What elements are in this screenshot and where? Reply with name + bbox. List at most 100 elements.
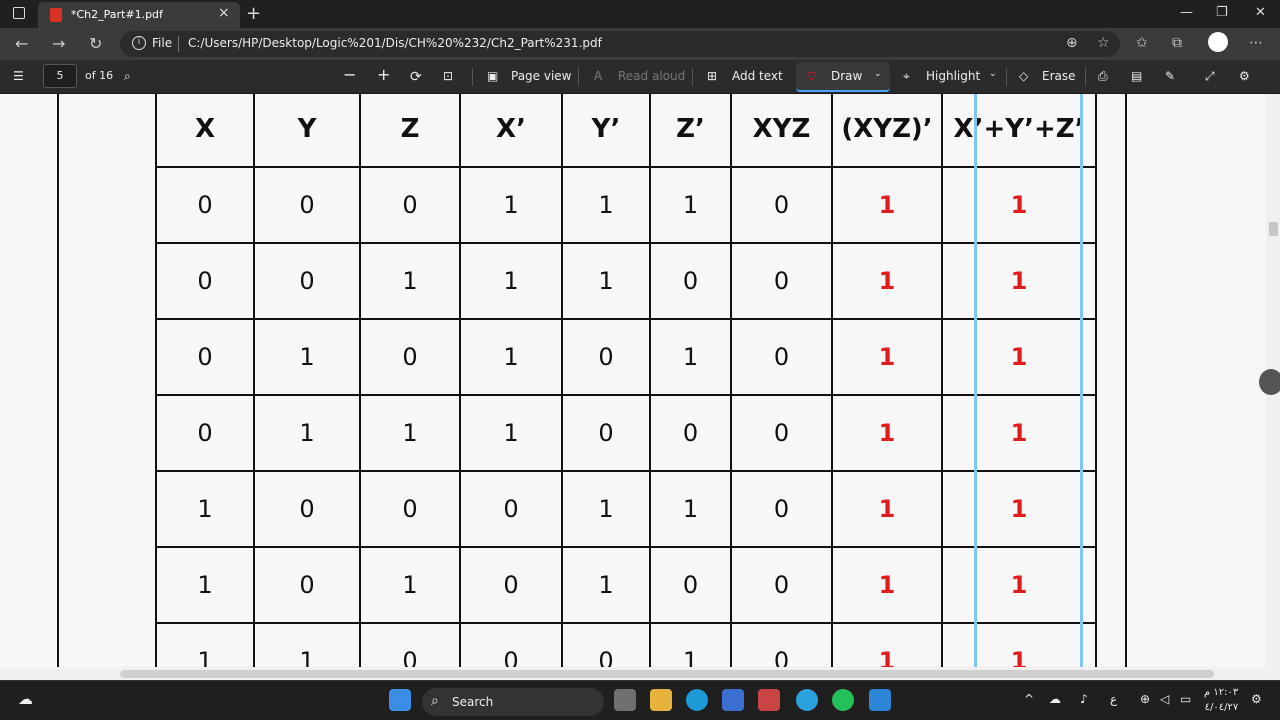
volume-icon[interactable]: ◁ xyxy=(1160,692,1169,706)
page-number-input[interactable]: 5 xyxy=(43,64,77,88)
app-icon[interactable] xyxy=(758,689,780,711)
pdf-viewport[interactable]: X Y Z X’ Y’ Z’ XYZ (XYZ)’ X’+Y’+Z’ 0 0 0… xyxy=(0,94,1280,667)
browser-tab-active[interactable]: *Ch2_Part#1.pdf × xyxy=(38,2,240,28)
favorite-add-icon[interactable]: ☆ xyxy=(1097,35,1110,51)
maximize-button[interactable]: ❐ xyxy=(1216,5,1228,20)
tab-actions-icon[interactable] xyxy=(13,7,25,19)
column-header: Z xyxy=(359,94,461,168)
store-icon[interactable] xyxy=(722,689,744,711)
onedrive-icon[interactable]: ☁ xyxy=(1049,692,1061,706)
save-as-icon[interactable]: ✎ xyxy=(1165,69,1175,83)
network-icon[interactable]: ⊕ xyxy=(1140,692,1150,706)
drag-handle[interactable] xyxy=(1259,369,1280,395)
info-icon[interactable]: i xyxy=(132,36,146,50)
table-cell: 1 xyxy=(155,470,255,548)
table-cell: 1 xyxy=(561,242,651,320)
read-aloud-button[interactable]: Read aloud xyxy=(618,69,685,83)
print-icon[interactable]: ⎙ xyxy=(1098,69,1108,84)
scrollbar-thumb[interactable] xyxy=(1269,222,1278,236)
table-cell: 1 xyxy=(941,166,1097,244)
address-bar: ← → ↻ i File C:/Users/HP/Desktop/Logic%2… xyxy=(0,28,1280,60)
close-window-button[interactable]: ✕ xyxy=(1255,5,1266,20)
table-cell: 1 xyxy=(831,622,943,667)
table-cell: 1 xyxy=(459,166,563,244)
chevron-down-icon[interactable]: ⌄ xyxy=(989,69,997,79)
new-tab-button[interactable]: + xyxy=(246,3,261,24)
table-row: 0 1 1 1 0 0 0 1 1 xyxy=(155,394,1097,472)
save-icon[interactable]: ▤ xyxy=(1131,69,1142,83)
draw-button[interactable]: ▽ Draw ⌄ xyxy=(796,62,890,92)
table-cell: 1 xyxy=(561,470,651,548)
task-view-icon[interactable] xyxy=(614,689,636,711)
app-icon[interactable] xyxy=(869,689,891,711)
column-header: X’ xyxy=(459,94,563,168)
edge-icon[interactable] xyxy=(686,689,708,711)
table-row: 1 0 1 0 1 0 0 1 1 xyxy=(155,546,1097,624)
search-icon: ⌕ xyxy=(431,693,439,709)
microphone-icon[interactable]: ♪ xyxy=(1080,692,1088,706)
scrollbar-thumb[interactable] xyxy=(120,670,1214,678)
erase-button[interactable]: Erase xyxy=(1042,69,1076,83)
favorites-icon[interactable]: ✩ xyxy=(1136,35,1148,51)
highlight-button[interactable]: Highlight xyxy=(926,69,980,83)
column-header: XYZ xyxy=(730,94,833,168)
chevron-up-icon[interactable]: ^ xyxy=(1024,692,1034,706)
rotate-icon[interactable]: ⟳ xyxy=(410,69,422,85)
fullscreen-icon[interactable]: ⤢ xyxy=(1205,69,1215,84)
language-indicator[interactable]: ع xyxy=(1110,692,1117,706)
minimize-button[interactable]: — xyxy=(1180,5,1193,20)
back-button[interactable]: ← xyxy=(15,34,28,53)
table-cell: 0 xyxy=(730,622,833,667)
refresh-button[interactable]: ↻ xyxy=(89,34,102,53)
chevron-down-icon[interactable]: ⌄ xyxy=(874,69,882,79)
table-cell: 1 xyxy=(253,318,361,396)
zoom-out-button[interactable]: − xyxy=(343,65,356,84)
profile-avatar[interactable] xyxy=(1208,32,1228,52)
notification-icon[interactable]: ⚙ xyxy=(1251,692,1262,706)
horizontal-scrollbar[interactable] xyxy=(0,667,1280,680)
table-cell: 1 xyxy=(561,546,651,624)
zoom-in-button[interactable]: + xyxy=(377,65,390,84)
file-explorer-icon[interactable] xyxy=(650,689,672,711)
widgets-icon[interactable]: ☁ xyxy=(18,690,33,708)
eraser-icon: ◇ xyxy=(1019,69,1029,83)
collections-icon[interactable]: ⧉ xyxy=(1172,35,1182,51)
table-cell: 1 xyxy=(831,394,943,472)
search-label: Search xyxy=(452,695,494,709)
more-menu-icon[interactable]: ⋯ xyxy=(1249,35,1263,51)
page-border xyxy=(1125,94,1127,667)
toolbar-separator xyxy=(472,68,473,86)
settings-icon[interactable]: ⚙ xyxy=(1239,69,1250,83)
system-clock[interactable]: ١٢:٠٣ م ٤/٠٤/٢٧ xyxy=(1204,685,1238,715)
table-cell: 1 xyxy=(459,318,563,396)
zoom-icon[interactable]: ⊕ xyxy=(1066,35,1078,51)
forward-button[interactable]: → xyxy=(52,34,65,53)
table-cell: 1 xyxy=(941,394,1097,472)
table-cell: 0 xyxy=(359,318,461,396)
battery-icon[interactable]: ▭ xyxy=(1180,692,1191,706)
table-cell: 0 xyxy=(253,470,361,548)
ink-annotation-line xyxy=(1080,94,1083,667)
fit-page-icon[interactable]: ⊡ xyxy=(443,69,453,83)
url-text[interactable]: C:/Users/HP/Desktop/Logic%201/Dis/CH%20%… xyxy=(188,36,602,50)
table-cell: 0 xyxy=(155,166,255,244)
add-text-button[interactable]: Add text xyxy=(732,69,783,83)
close-tab-icon[interactable]: × xyxy=(218,5,230,21)
page-view-button[interactable]: Page view xyxy=(511,69,572,83)
table-cell: 1 xyxy=(649,622,732,667)
toolbar-separator xyxy=(692,68,693,86)
contents-icon[interactable]: ☰ xyxy=(13,69,24,83)
table-cell: 0 xyxy=(730,546,833,624)
find-icon[interactable]: ⌕ xyxy=(124,69,131,84)
taskbar-search[interactable]: ⌕ Search xyxy=(422,688,604,716)
whatsapp-icon[interactable] xyxy=(832,689,854,711)
table-row: 0 1 0 1 0 1 0 1 1 xyxy=(155,318,1097,396)
table-cell: 1 xyxy=(649,166,732,244)
url-field[interactable]: i File C:/Users/HP/Desktop/Logic%201/Dis… xyxy=(120,31,1120,57)
truth-table: X Y Z X’ Y’ Z’ XYZ (XYZ)’ X’+Y’+Z’ 0 0 0… xyxy=(155,94,1097,667)
column-header: Y xyxy=(253,94,361,168)
start-icon[interactable] xyxy=(389,689,411,711)
table-cell: 1 xyxy=(649,318,732,396)
telegram-icon[interactable] xyxy=(796,689,818,711)
table-row: 1 0 0 0 1 1 0 1 1 xyxy=(155,470,1097,548)
